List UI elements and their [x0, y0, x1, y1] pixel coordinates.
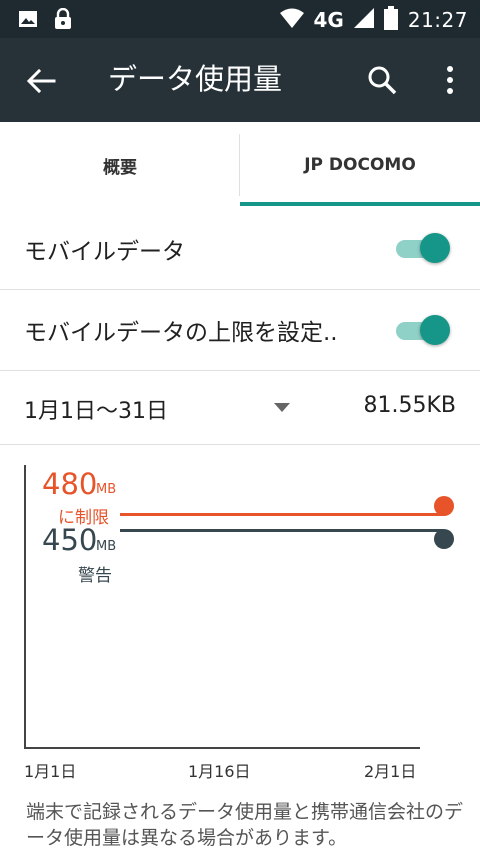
- app-bar: データ使用量: [0, 38, 480, 122]
- back-arrow-icon[interactable]: [24, 64, 58, 98]
- mobile-data-label: モバイルデータ: [24, 239, 185, 265]
- wifi-icon: [279, 8, 304, 32]
- mobile-data-limit-row[interactable]: モバイルデータの上限を設定..: [0, 290, 480, 371]
- tab-bar: 概要 JP DOCOMO: [0, 122, 480, 209]
- battery-icon: [383, 6, 398, 34]
- warning-line: [120, 529, 444, 532]
- footnote-text: 端末で記録されるデータ使用量と携帯通信会社のデータ使用量は異なる場合があります。: [26, 801, 464, 849]
- warning-value: 450: [42, 523, 98, 557]
- x-tick-end: 2月1日: [364, 762, 417, 781]
- chart-x-axis: [24, 747, 420, 749]
- chart-y-axis: [24, 465, 26, 749]
- x-tick-mid: 1月16日: [188, 762, 251, 781]
- signal-icon: [353, 8, 374, 32]
- switch-thumb: [420, 233, 450, 263]
- dropdown-arrow-icon[interactable]: [274, 403, 290, 412]
- clock: 21:27: [407, 8, 468, 32]
- mobile-data-limit-switch[interactable]: [394, 310, 450, 350]
- usage-cycle-row: 1月1日〜31日 81.55KB: [0, 371, 480, 445]
- warning-label: 警告: [78, 566, 112, 586]
- page-title: データ使用量: [108, 62, 283, 96]
- network-type: 4G: [313, 8, 344, 32]
- warning-unit: MB: [96, 539, 117, 554]
- mobile-data-switch[interactable]: [394, 228, 450, 268]
- lock-icon: [54, 7, 72, 34]
- tab-jp-docomo[interactable]: JP DOCOMO: [240, 122, 480, 208]
- cycle-range-dropdown[interactable]: 1月1日〜31日: [24, 393, 168, 425]
- image-icon: [18, 9, 38, 33]
- limit-handle[interactable]: [434, 496, 454, 516]
- mobile-data-limit-label: モバイルデータの上限を設定..: [24, 320, 338, 346]
- mobile-data-row[interactable]: モバイルデータ: [0, 208, 480, 290]
- more-vert-icon[interactable]: [444, 64, 456, 96]
- tab-overview[interactable]: 概要: [0, 122, 240, 208]
- limit-value: 480: [42, 467, 98, 501]
- limit-unit: MB: [96, 482, 117, 497]
- search-icon[interactable]: [366, 64, 398, 96]
- status-bar: 4G 21:27: [0, 0, 480, 38]
- limit-line: [120, 513, 444, 516]
- x-tick-start: 1月1日: [24, 762, 77, 781]
- tab-selected-indicator: [240, 202, 480, 206]
- warning-handle[interactable]: [434, 529, 454, 549]
- usage-chart: 480 MB に制限 450 MB 警告 1月1日 1月16日 2月1日: [0, 445, 480, 795]
- cycle-total-usage: 81.55KB: [363, 393, 456, 418]
- switch-thumb: [420, 315, 450, 345]
